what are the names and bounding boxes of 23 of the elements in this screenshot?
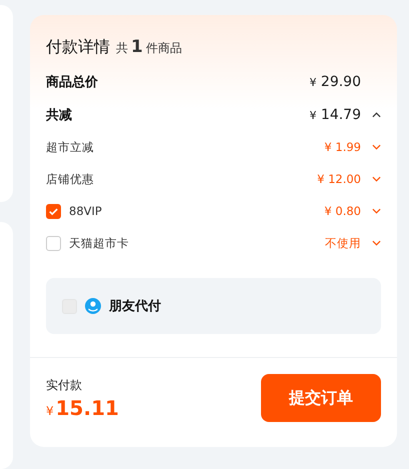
- item-count: 共 1 件商品: [116, 37, 182, 57]
- total-amount: ¥ 29.90: [309, 74, 361, 90]
- discount-label: 超市立减: [46, 140, 95, 154]
- friend-pay-label: 朋友代付: [109, 298, 161, 315]
- checkbox[interactable]: [46, 236, 61, 250]
- discount-amount: ¥ 12.00: [317, 172, 361, 186]
- total-label: 共减: [46, 106, 73, 124]
- discount-label: 店铺优惠: [46, 172, 95, 186]
- payment-amount: ¥15.11: [46, 396, 119, 420]
- checkbox[interactable]: [46, 204, 61, 218]
- chevron-icon[interactable]: [372, 112, 381, 118]
- person-icon: [85, 298, 101, 314]
- total-amount: ¥ 14.79: [309, 106, 361, 122]
- payment-label: 实付款: [46, 376, 83, 394]
- discount-amount: ¥ 1.99: [324, 140, 361, 154]
- check-icon: [48, 206, 59, 216]
- section-title: 付款详情: [46, 37, 110, 58]
- discount-amount: 不使用: [325, 236, 361, 250]
- discount-amount: ¥ 0.80: [324, 204, 361, 218]
- submit-button[interactable]: 提交订单: [261, 374, 381, 422]
- discount-label: 88VIP: [69, 204, 103, 218]
- discount-label: 天猫超市卡: [69, 236, 130, 250]
- total-label: 商品总价: [46, 74, 99, 90]
